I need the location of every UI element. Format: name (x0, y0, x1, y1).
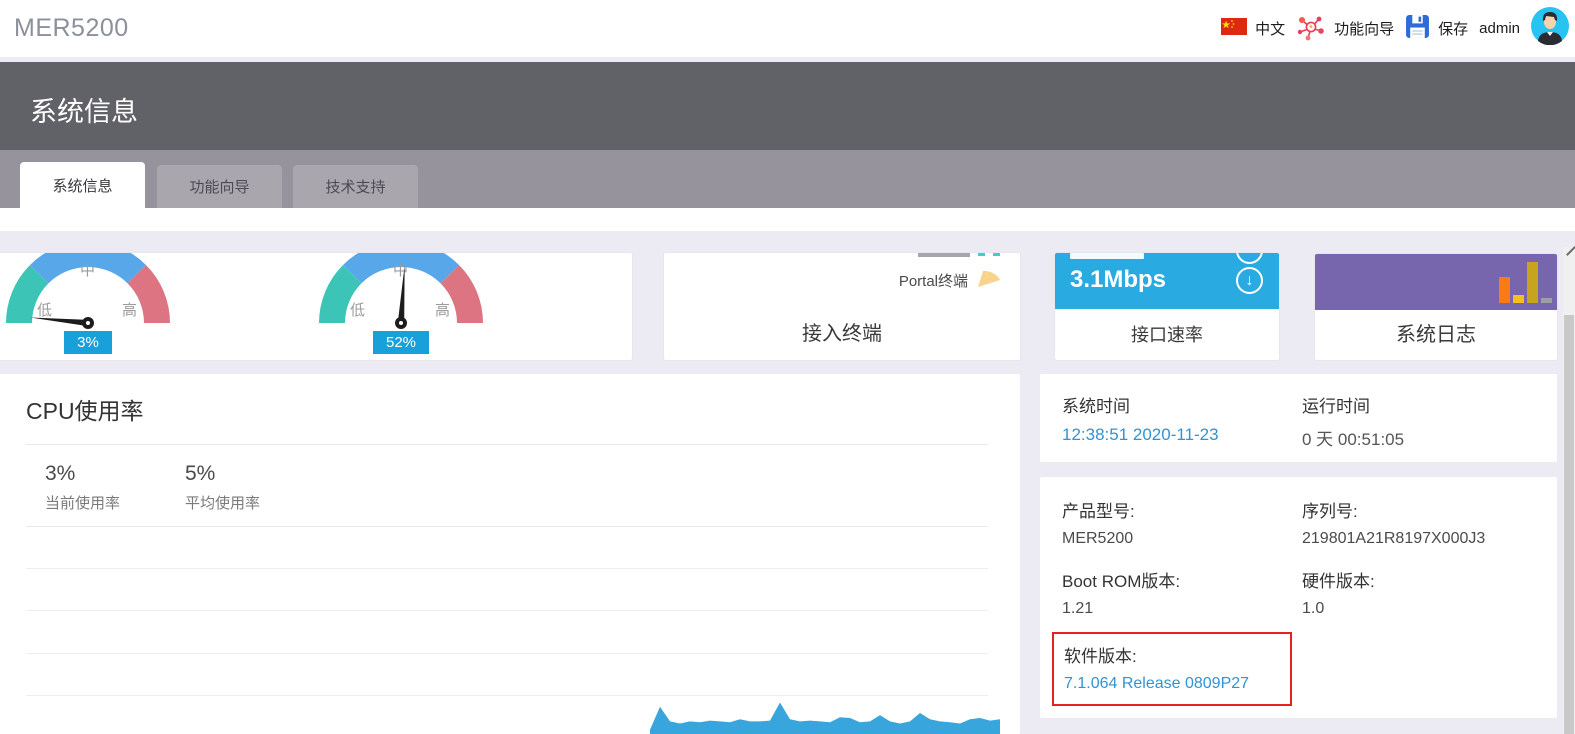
language-switch[interactable]: 中文 (1221, 18, 1285, 39)
cpu-usage-panel: CPU使用率 3% 当前使用率 5% 平均使用率 (0, 374, 1020, 734)
device-info-card: 产品型号: MER5200 序列号: 219801A21R8197X000J3 … (1040, 477, 1557, 718)
software-version-highlight-box: 软件版本: 7.1.064 Release 0809P27 (1052, 632, 1292, 706)
uptime-label: 运行时间 (1302, 397, 1370, 416)
bootrom-block: Boot ROM版本: 1.21 (1062, 567, 1180, 618)
scrollbar-thumb[interactable] (1564, 315, 1574, 734)
wizard-button[interactable]: 功能向导 (1296, 12, 1394, 46)
hardware-version-value: 1.0 (1302, 600, 1325, 617)
cpu-panel-title: CPU使用率 (26, 398, 144, 424)
memory-usage-gauge: 中 低 高 52% (313, 253, 489, 359)
divider (26, 526, 988, 527)
product-model-label: 产品型号: (1062, 502, 1135, 521)
chart-gridline (26, 610, 988, 611)
mini-bar-chart-icon (1499, 262, 1552, 303)
system-time-label: 系统时间 (1062, 397, 1130, 416)
cpu-average-value: 5% (185, 462, 216, 485)
clipped-legend-fragment (918, 253, 1000, 257)
download-arrow-icon: ↓ (1236, 267, 1263, 294)
portal-terminal-label: Portal终端 (898, 272, 968, 290)
divider (26, 444, 988, 445)
tab-system-info[interactable]: 系统信息 (20, 162, 145, 208)
cpu-current-stat: 3% 当前使用率 (45, 462, 120, 513)
username-label: admin (1479, 20, 1520, 37)
gauge-low-label: 低 (350, 302, 366, 319)
hardware-version-label: 硬件版本: (1302, 572, 1375, 591)
gauge-value-badge: 52% (313, 331, 489, 354)
cpu-average-label: 平均使用率 (185, 495, 261, 512)
gauge-mid-label: 中 (393, 262, 409, 279)
page-title: 系统信息 (30, 97, 138, 127)
cpu-current-label: 当前使用率 (45, 495, 121, 512)
cpu-usage-gauge: 中 低 高 3% (0, 253, 176, 359)
gauge-value-badge: 3% (0, 331, 176, 354)
cpu-history-area-chart (650, 702, 1000, 734)
bootrom-value: 1.21 (1062, 600, 1094, 617)
language-label: 中文 (1255, 21, 1286, 38)
product-model-block: 产品型号: MER5200 (1062, 497, 1135, 548)
bootrom-label: Boot ROM版本: (1062, 572, 1181, 591)
chart-gridline (26, 568, 988, 569)
gauge-pivot (395, 317, 407, 329)
system-time-block: 系统时间 12:38:51 2020-11-23 (1062, 392, 1219, 445)
chart-gridline (26, 653, 988, 654)
gauge-mid-label: 中 (80, 262, 96, 279)
user-avatar[interactable] (1531, 7, 1569, 50)
save-button[interactable]: 保存 (1405, 14, 1468, 43)
system-time-value[interactable]: 12:38:51 2020-11-23 (1062, 425, 1219, 445)
brand-logo: MER5200 (14, 14, 129, 42)
save-floppy-icon (1405, 14, 1430, 43)
gauge-pivot (82, 317, 94, 329)
username[interactable]: admin (1479, 20, 1520, 37)
uptime-value: 0 天 00:51:05 (1302, 430, 1405, 449)
tab-support[interactable]: 技术支持 (293, 165, 418, 208)
gauges-card[interactable]: 中 低 高 3% 中 低 高 52% (0, 253, 632, 360)
topbar: MER5200 中文 功能向导 保存 admin (0, 0, 1575, 57)
serial-number-value: 219801A21R8197X000J3 (1302, 530, 1486, 547)
serial-number-label: 序列号: (1302, 502, 1358, 521)
save-label: 保存 (1438, 21, 1469, 38)
china-flag-icon (1221, 18, 1248, 39)
interface-rate-card[interactable]: 3.1Mbps ↓ 接口速率 (1055, 253, 1279, 360)
terminals-card[interactable]: Portal终端 接入终端 (664, 253, 1020, 360)
rate-card-header: 3.1Mbps ↓ (1055, 253, 1279, 309)
product-model-value: MER5200 (1062, 530, 1134, 547)
wizard-hub-icon (1296, 12, 1326, 46)
hardware-version-block: 硬件版本: 1.0 (1302, 567, 1375, 618)
portal-terminal-legend: Portal终端 (899, 267, 1002, 293)
gauge-high-label: 高 (435, 302, 451, 319)
clipped-up-icon-fragment (1236, 253, 1263, 264)
download-rate-value: 3.1Mbps (1070, 266, 1167, 293)
wizard-label: 功能向导 (1334, 21, 1395, 38)
tab-wizard[interactable]: 功能向导 (157, 165, 282, 208)
software-version-value[interactable]: 7.1.064 Release 0809P27 (1064, 675, 1249, 693)
fan-wedge-icon (974, 267, 1002, 293)
log-card-title: 系统日志 (1396, 324, 1476, 346)
serial-number-block: 序列号: 219801A21R8197X000J3 (1302, 497, 1485, 548)
mer5200-dashboard: MER5200 中文 功能向导 保存 admin 系统信息 系统信息 功能向导 … (0, 0, 1575, 734)
clipped-rate-fragment (1070, 253, 1144, 259)
topbar-actions: 中文 功能向导 保存 admin (1221, 7, 1575, 50)
system-time-card: 系统时间 12:38:51 2020-11-23 运行时间 0 天 00:51:… (1040, 374, 1557, 462)
tab-strip: 系统信息 功能向导 技术支持 (0, 150, 1575, 208)
gauge-high-label: 高 (122, 302, 138, 319)
cpu-average-stat: 5% 平均使用率 (185, 462, 260, 513)
gauge-low-label: 低 (37, 302, 53, 319)
uptime-block: 运行时间 0 天 00:51:05 (1302, 392, 1404, 450)
log-card-header (1315, 254, 1557, 310)
software-version-block: 软件版本: 7.1.064 Release 0809P27 (1064, 642, 1249, 693)
system-log-card[interactable]: 系统日志 (1315, 254, 1557, 360)
rate-card-title: 接口速率 (1131, 325, 1203, 345)
software-version-label: 软件版本: (1064, 647, 1137, 666)
terminals-card-title: 接入终端 (802, 323, 882, 345)
cpu-current-value: 3% (45, 462, 76, 485)
page-banner: 系统信息 (0, 62, 1575, 150)
